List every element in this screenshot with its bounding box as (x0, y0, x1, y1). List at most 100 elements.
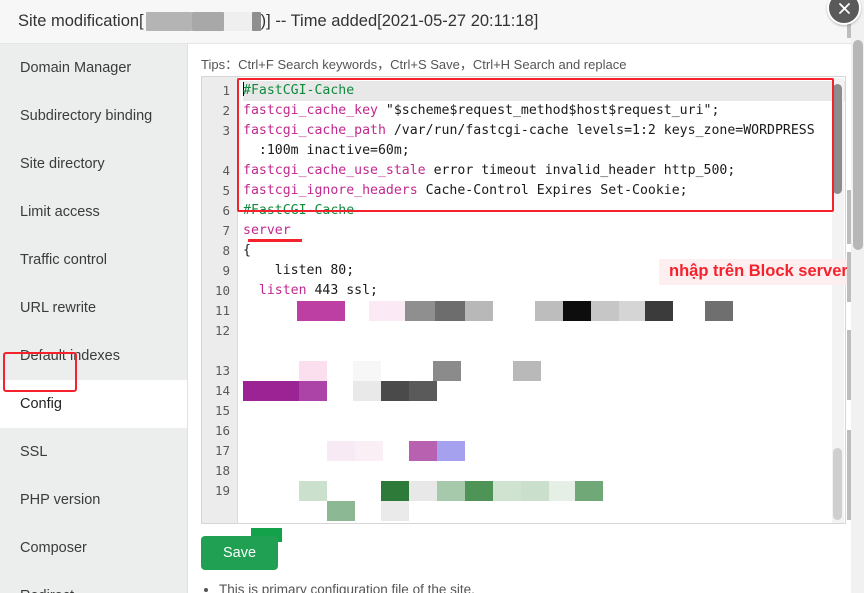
sidebar-item-domain-manager[interactable]: Domain Manager (0, 44, 187, 92)
sidebar-item-redirect[interactable]: Redirect (0, 572, 187, 593)
editor-scrollbar-thumb-secondary[interactable] (833, 448, 842, 520)
code-line[interactable] (243, 321, 845, 341)
redacted-block (405, 301, 435, 321)
sidebar-item-label: URL rewrite (20, 300, 96, 316)
code-line-server[interactable]: server (243, 221, 845, 241)
sidebar-item-default-indexes[interactable]: Default indexes (0, 332, 187, 380)
code-line-wrap[interactable]: :100m inactive=60m; (243, 141, 845, 161)
line-number: 13 (202, 361, 237, 381)
footnote-item: This is primary configuration file of th… (219, 582, 475, 593)
code-token: { (243, 243, 251, 258)
window-titlebar: Site modification[)] -- Time added[2021-… (0, 0, 864, 44)
line-number: 19 (202, 481, 237, 501)
line-number: 4 (202, 161, 237, 181)
sidebar-item-label: Domain Manager (20, 60, 131, 76)
line-number: 20 (202, 521, 237, 524)
line-number: 17 (202, 441, 237, 461)
code-line[interactable] (243, 341, 845, 361)
sidebar-item-url-rewrite[interactable]: URL rewrite (0, 284, 187, 332)
window-title-timestamp: 2021-05-27 20:11:18] (382, 12, 539, 30)
sidebar-item-ssl[interactable]: SSL (0, 428, 187, 476)
code-line-redacted[interactable] (243, 441, 845, 461)
footnote: This is primary configuration file of th… (201, 582, 475, 593)
sidebar-item-config[interactable]: Config (0, 380, 187, 428)
sidebar-item-label: Limit access (20, 204, 100, 220)
redacted-block (409, 441, 437, 461)
redacted-block (146, 12, 192, 31)
code-line[interactable]: fastcgi_ignore_headers Cache-Control Exp… (243, 181, 845, 201)
code-line[interactable] (243, 401, 845, 421)
sidebar-item-limit-access[interactable]: Limit access (0, 188, 187, 236)
redacted-block (353, 381, 381, 401)
line-number: 1 (202, 81, 237, 101)
redacted-block (409, 481, 437, 501)
line-number: 2 (202, 101, 237, 121)
redacted-block (437, 481, 465, 501)
site-modification-window: Site modification[)] -- Time added[2021-… (0, 0, 864, 593)
line-number: 12 (202, 321, 237, 341)
line-number: · (202, 501, 237, 521)
editor-scrollbar-track[interactable] (832, 78, 844, 524)
redacted-block (435, 301, 465, 321)
redacted-block (252, 12, 261, 31)
code-token: error timeout invalid_header http_500; (426, 163, 736, 178)
sidebar-item-php-version[interactable]: PHP version (0, 476, 187, 524)
code-token: :100m inactive=60m; (243, 143, 410, 158)
sidebar-item-traffic-control[interactable]: Traffic control (0, 236, 187, 284)
line-number: · (202, 341, 237, 361)
code-line-redacted[interactable] (243, 481, 845, 501)
config-panel: Tips：Ctrl+F Search keywords，Ctrl+S Save，… (189, 44, 864, 593)
code-line-redacted[interactable] (243, 361, 845, 381)
redacted-block (271, 381, 299, 401)
code-line[interactable]: fastcgi_cache_path /var/run/fastcgi-cach… (243, 121, 845, 141)
page-scrollbar-thumb[interactable] (853, 40, 863, 250)
code-token: listen (243, 283, 307, 298)
code-line[interactable] (243, 461, 845, 481)
editor-code-area[interactable]: #FastCGI-Cache fastcgi_cache_key "$schem… (238, 77, 845, 523)
redacted-block (299, 361, 327, 381)
line-number: 8 (202, 241, 237, 261)
code-line[interactable] (243, 421, 845, 441)
window-title: Site modification[)] -- Time added[2021-… (18, 12, 538, 31)
editor-line-numbers: 1 2 3 · 4 5 6 7 8 9 10 11 12 · 13 14 15 … (202, 77, 238, 523)
editor-scrollbar-thumb[interactable] (833, 84, 842, 194)
code-token: fastcgi_cache_use_stale (243, 163, 426, 178)
code-line-redacted[interactable] (243, 301, 845, 321)
code-line-redacted[interactable] (243, 381, 845, 401)
redacted-block (381, 501, 409, 521)
redacted-block (575, 481, 603, 501)
sidebar-item-label: PHP version (20, 492, 100, 508)
page-scrollbar-track[interactable] (851, 0, 864, 593)
redacted-block (355, 441, 383, 461)
server-underline-annotation (248, 239, 302, 242)
sidebar-item-label: Redirect (20, 588, 74, 593)
code-token: listen 80; (243, 263, 354, 278)
annotation-label: nhập trên Block server (659, 259, 858, 285)
line-number: 9 (202, 261, 237, 281)
redacted-block (224, 12, 252, 31)
redacted-block (381, 481, 409, 501)
code-line[interactable]: #FastCGI-Cache (243, 201, 845, 221)
line-number: 18 (202, 461, 237, 481)
sidebar-item-label: Composer (20, 540, 87, 556)
redacted-block (513, 361, 541, 381)
code-line[interactable]: fastcgi_cache_key "$scheme$request_metho… (243, 101, 845, 121)
window-title-prefix: Site modification[ (18, 12, 144, 30)
code-token: 443 ssl; (307, 283, 378, 298)
sidebar-item-site-directory[interactable]: Site directory (0, 140, 187, 188)
code-line[interactable] (243, 521, 845, 523)
sidebar-item-label: Traffic control (20, 252, 107, 268)
code-line[interactable]: fastcgi_cache_use_stale error timeout in… (243, 161, 845, 181)
code-line[interactable]: { (243, 241, 845, 261)
config-code-editor[interactable]: 1 2 3 · 4 5 6 7 8 9 10 11 12 · 13 14 15 … (201, 76, 846, 524)
redacted-block (563, 301, 591, 321)
sidebar-item-composer[interactable]: Composer (0, 524, 187, 572)
line-number: 6 (202, 201, 237, 221)
save-button[interactable]: Save (201, 536, 278, 570)
sidebar-item-subdirectory-binding[interactable]: Subdirectory binding (0, 92, 187, 140)
code-line[interactable]: #FastCGI-Cache (243, 81, 845, 101)
line-number: 15 (202, 401, 237, 421)
line-number: · (202, 141, 237, 161)
code-line-redacted[interactable] (243, 501, 845, 521)
redacted-block (493, 481, 521, 501)
